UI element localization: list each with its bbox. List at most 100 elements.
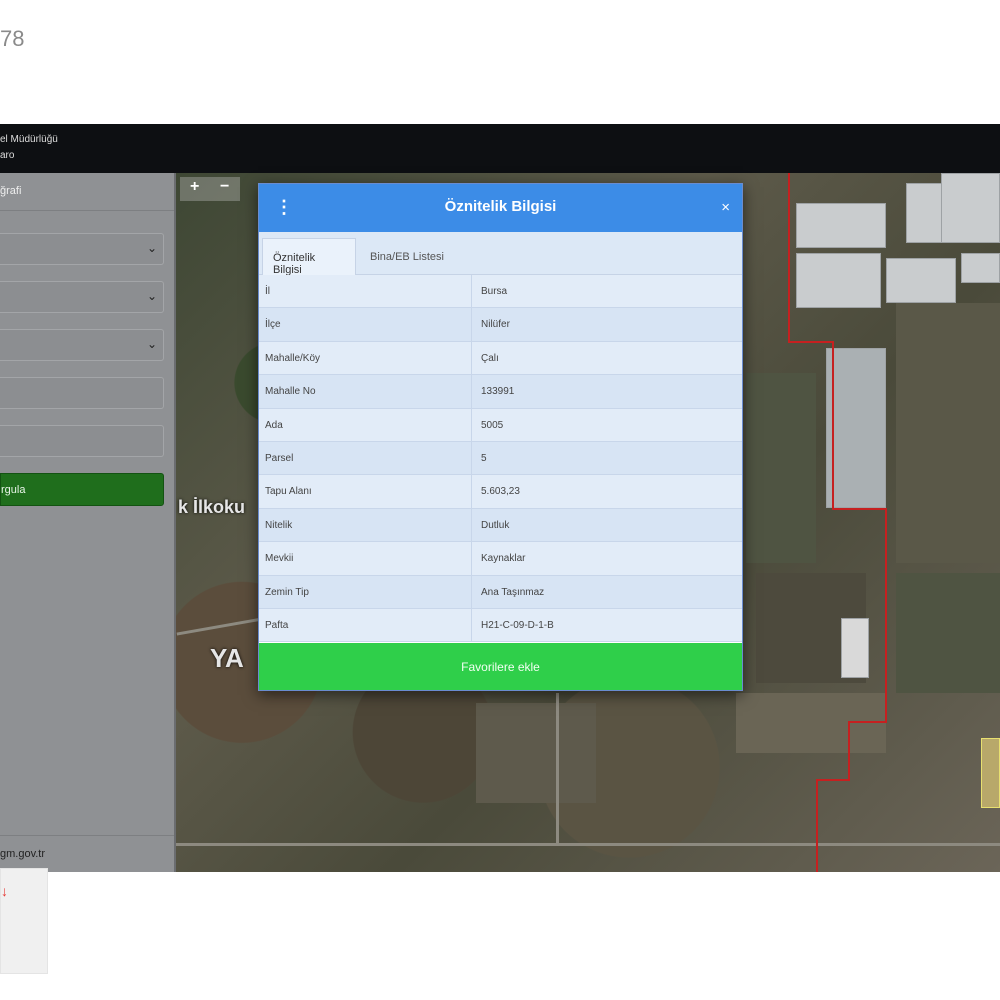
table-row: Mahalle/Köy Çalı <box>259 341 742 376</box>
attribute-value: 5.603,23 <box>481 486 520 498</box>
column-divider <box>471 475 472 509</box>
province-select[interactable]: ⌄ <box>0 233 164 265</box>
attribute-value: H21-C-09-D-1-B <box>481 619 554 631</box>
sidebar-footer-link[interactable]: gm.gov.tr <box>0 835 174 872</box>
add-to-favorites-button[interactable]: Favorilere ekle <box>259 643 742 690</box>
column-divider <box>471 441 472 475</box>
map-road <box>556 693 559 843</box>
attribute-key: İlçe <box>265 319 281 331</box>
column-divider <box>471 341 472 375</box>
attribute-key: Tapu Alanı <box>265 486 312 498</box>
map-field <box>746 373 816 563</box>
tab-building-list[interactable]: Bina/EB Listesi <box>360 238 454 275</box>
parcel-boundary-line <box>816 779 818 872</box>
table-row: Nitelik Dutluk <box>259 508 742 543</box>
map-building <box>981 738 1000 808</box>
ada-input[interactable] <box>0 377 164 409</box>
dialog-header: ⋮ Öznitelik Bilgisi × <box>259 184 742 232</box>
map-building <box>841 618 869 678</box>
attribute-value: Nilüfer <box>481 319 510 331</box>
chevron-down-icon: ⌄ <box>146 241 157 255</box>
neighborhood-select[interactable]: ⌄ <box>0 329 164 361</box>
map-building <box>961 253 1000 283</box>
arrow-down-icon: ↓ <box>1 883 8 899</box>
map-building <box>886 258 956 303</box>
district-select[interactable]: ⌄ <box>0 281 164 313</box>
header-line-2: aro <box>0 150 15 161</box>
map-building <box>941 173 1000 243</box>
map-label-school: k İlkoku <box>178 497 246 517</box>
map-field <box>736 693 886 753</box>
zoom-controls: + − <box>180 177 240 201</box>
attribute-info-dialog: ⋮ Öznitelik Bilgisi × Öznitelik Bilgisi … <box>258 183 743 691</box>
attribute-value: Bursa <box>481 286 508 297</box>
top-bar: el Müdürlüğü aro <box>0 124 1000 173</box>
chevron-down-icon: ⌄ <box>146 289 157 303</box>
attribute-value: Kaynaklar <box>481 553 526 565</box>
map-field <box>476 703 596 803</box>
column-divider <box>471 275 472 308</box>
attribute-value: Ana Taşınmaz <box>481 586 545 598</box>
parcel-boundary-line <box>832 341 834 509</box>
attribute-key: Mevkii <box>265 553 294 565</box>
parcel-boundary-line <box>832 508 887 510</box>
attribute-key: Zemin Tip <box>265 586 309 598</box>
dialog-title: Öznitelik Bilgisi <box>444 198 557 215</box>
map-building <box>796 203 886 248</box>
tab-attribute-info[interactable]: Öznitelik Bilgisi <box>262 238 356 276</box>
column-divider <box>471 375 472 409</box>
chevron-down-icon: ⌄ <box>146 337 157 351</box>
table-row: Parsel 5 <box>259 441 742 476</box>
header-line-1: el Müdürlüğü <box>0 134 58 145</box>
map-building <box>796 253 881 308</box>
zoom-in-button[interactable]: + <box>190 178 199 196</box>
map-building <box>826 348 886 508</box>
map-building <box>906 183 946 243</box>
table-row: Zemin Tip Ana Taşınmaz <box>259 575 742 609</box>
dialog-tabs: Öznitelik Bilgisi Bina/EB Listesi <box>259 232 742 276</box>
attribute-value: Dutluk <box>481 519 510 531</box>
column-divider <box>471 575 472 609</box>
attribute-key: Mahalle/Köy <box>265 352 321 364</box>
attribute-key: Mahalle No <box>265 386 316 398</box>
thumbnail-image: ↓ <box>0 868 48 974</box>
column-divider <box>471 308 472 342</box>
parcel-boundary-line <box>885 508 887 723</box>
attribute-key: Parsel <box>265 452 294 464</box>
sidebar: ğrafi ⌄ ⌄ ⌄ rgula gm.gov.tr <box>0 173 176 872</box>
query-button[interactable]: rgula <box>0 473 164 506</box>
attribute-key: Ada <box>265 419 283 431</box>
table-row: Mahalle No 133991 <box>259 375 742 409</box>
map-field <box>896 573 1000 693</box>
close-icon[interactable]: × <box>721 199 730 216</box>
map-label-street: YA <box>210 643 244 673</box>
attribute-key: İl <box>265 286 270 297</box>
table-row: Tapu Alanı 5.603,23 <box>259 475 742 509</box>
parcel-boundary-line <box>848 721 850 781</box>
table-row: Mevkii Kaynaklar <box>259 542 742 576</box>
attribute-value: 5005 <box>481 419 504 431</box>
column-divider <box>471 408 472 442</box>
attribute-value: Çalı <box>481 352 499 364</box>
parsel-input[interactable] <box>0 425 164 457</box>
attribute-value: 5 <box>481 452 487 464</box>
parcel-boundary-line <box>816 779 850 781</box>
page: 78 el Müdürlüğü aro ğrafi ⌄ ⌄ ⌄ rgula gm… <box>0 0 1000 1000</box>
attribute-key: Pafta <box>265 619 289 631</box>
table-row: İl Bursa <box>259 275 742 309</box>
map-field <box>896 303 1000 563</box>
column-divider <box>471 542 472 576</box>
parcel-boundary-line <box>848 721 886 723</box>
sidebar-heading: ğrafi <box>0 173 174 211</box>
column-divider <box>471 508 472 542</box>
table-row: Pafta H21-C-09-D-1-B <box>259 608 742 643</box>
attribute-value: 133991 <box>481 386 515 398</box>
table-row: İlçe Nilüfer <box>259 308 742 342</box>
corner-number: 78 <box>0 26 25 51</box>
zoom-out-button[interactable]: − <box>220 178 229 196</box>
attribute-table: İl Bursa İlçe Nilüfer Mahalle/Köy Çalı Maha… <box>259 275 742 643</box>
table-row: Ada 5005 <box>259 408 742 442</box>
parcel-boundary-line <box>788 173 790 343</box>
attribute-key: Nitelik <box>265 519 293 531</box>
column-divider <box>471 608 472 642</box>
